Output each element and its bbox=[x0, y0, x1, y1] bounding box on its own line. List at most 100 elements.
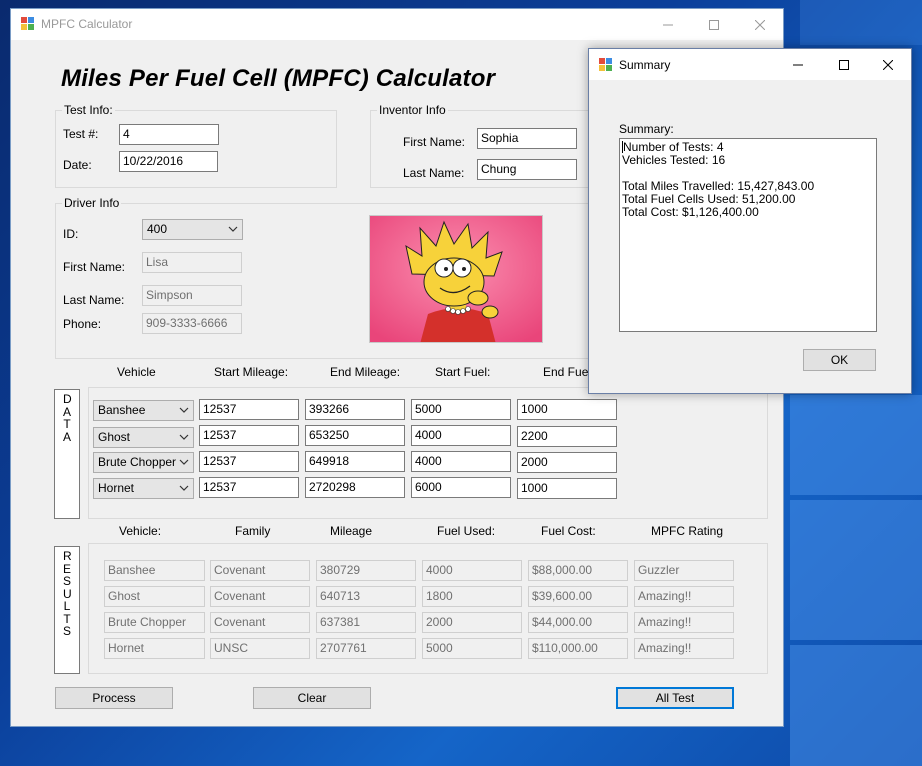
chevron-down-icon bbox=[179, 431, 189, 446]
summary-label: Summary: bbox=[619, 122, 674, 136]
minimize-icon[interactable] bbox=[775, 49, 821, 80]
summary-line-tests: Number of Tests: 4 bbox=[623, 140, 724, 154]
result-family: Covenant bbox=[210, 612, 310, 633]
data-row-end-mileage-input[interactable]: 393266 bbox=[305, 399, 405, 420]
data-header-vehicle: Vehicle bbox=[117, 365, 156, 379]
group-label: Driver Info bbox=[62, 196, 122, 210]
results-header-vehicle: Vehicle: bbox=[119, 524, 162, 538]
all-test-button[interactable]: All Test bbox=[616, 687, 734, 709]
chevron-down-icon bbox=[179, 482, 189, 497]
driver-last-name-field: Simpson bbox=[142, 285, 242, 306]
results-header-mpfc-rating: MPFC Rating bbox=[651, 524, 724, 538]
inventor-first-name-input[interactable]: Sophia bbox=[477, 128, 577, 149]
close-icon[interactable] bbox=[737, 9, 783, 40]
data-row-vehicle-dropdown[interactable]: Hornet bbox=[93, 478, 194, 499]
result-mileage: 637381 bbox=[316, 612, 416, 633]
results-vertical-text: RESULTS bbox=[63, 549, 72, 638]
date-label: Date: bbox=[63, 158, 92, 172]
process-button[interactable]: Process bbox=[55, 687, 173, 709]
data-row-start-mileage-input[interactable]: 12537 bbox=[199, 425, 299, 446]
summary-textbox[interactable]: Number of Tests: 4 Vehicles Tested: 16 T… bbox=[619, 138, 877, 332]
data-row-end-fuel-input[interactable]: 2000 bbox=[517, 452, 617, 473]
result-rating: Amazing!! bbox=[634, 586, 734, 607]
inventor-last-name-input[interactable]: Chung bbox=[477, 159, 577, 180]
summary-dialog: Summary Summary: Number of Tests: 4 Vehi… bbox=[588, 48, 912, 394]
result-fuel-used: 5000 bbox=[422, 638, 522, 659]
result-fuel-used: 4000 bbox=[422, 560, 522, 581]
result-mileage: 2707761 bbox=[316, 638, 416, 659]
result-fuel-cost: $39,600.00 bbox=[528, 586, 628, 607]
result-mileage: 380729 bbox=[316, 560, 416, 581]
date-input[interactable]: 10/22/2016 bbox=[119, 151, 218, 172]
results-header-mileage: Mileage bbox=[330, 524, 373, 538]
desktop-pane bbox=[800, 0, 922, 45]
data-side-label: DATA bbox=[54, 389, 80, 519]
data-header-start-fuel: Start Fuel: bbox=[435, 365, 491, 379]
results-header-fuel-cost: Fuel Cost: bbox=[541, 524, 596, 538]
driver-id-dropdown[interactable]: 400 bbox=[142, 219, 243, 240]
maximize-icon[interactable] bbox=[691, 9, 737, 40]
result-fuel-cost: $88,000.00 bbox=[528, 560, 628, 581]
driver-phone-label: Phone: bbox=[63, 317, 102, 331]
data-row-end-mileage-input[interactable]: 653250 bbox=[305, 425, 405, 446]
result-rating: Amazing!! bbox=[634, 612, 734, 633]
results-header-family: Family bbox=[235, 524, 271, 538]
vehicle-value: Ghost bbox=[98, 430, 131, 444]
result-vehicle: Banshee bbox=[104, 560, 205, 581]
driver-last-name-label: Last Name: bbox=[63, 293, 125, 307]
inventor-first-name-label: First Name: bbox=[403, 135, 466, 149]
data-row-start-fuel-input[interactable]: 6000 bbox=[411, 477, 511, 498]
summary-line: Total Cost: $1,126,400.00 bbox=[622, 205, 759, 219]
main-titlebar[interactable]: MPFC Calculator bbox=[11, 9, 783, 40]
minimize-icon[interactable] bbox=[645, 9, 691, 40]
driver-first-name-label: First Name: bbox=[63, 260, 126, 274]
data-row-start-mileage-input[interactable]: 12537 bbox=[199, 477, 299, 498]
test-num-input[interactable]: 4 bbox=[119, 124, 219, 145]
clear-button[interactable]: Clear bbox=[253, 687, 371, 709]
data-row-vehicle-dropdown[interactable]: Brute Chopper bbox=[93, 452, 194, 473]
group-label: Test Info: bbox=[62, 103, 115, 117]
data-row-start-mileage-input[interactable]: 12537 bbox=[199, 451, 299, 472]
maximize-icon[interactable] bbox=[821, 49, 867, 80]
result-family: UNSC bbox=[210, 638, 310, 659]
data-row-end-mileage-input[interactable]: 649918 bbox=[305, 451, 405, 472]
result-rating: Amazing!! bbox=[634, 638, 734, 659]
app-icon bbox=[599, 58, 613, 72]
chevron-down-icon bbox=[228, 223, 238, 238]
test-num-label: Test #: bbox=[63, 127, 99, 141]
driver-id-value: 400 bbox=[147, 222, 168, 236]
group-label: Inventor Info bbox=[377, 103, 448, 117]
data-row-end-fuel-input[interactable]: 2200 bbox=[517, 426, 617, 447]
vehicle-value: Brute Chopper bbox=[98, 455, 177, 469]
result-vehicle: Hornet bbox=[104, 638, 205, 659]
window-title: MPFC Calculator bbox=[41, 17, 133, 31]
data-row-start-mileage-input[interactable]: 12537 bbox=[199, 399, 299, 420]
driver-id-label: ID: bbox=[63, 227, 79, 241]
summary-titlebar[interactable]: Summary bbox=[589, 49, 911, 80]
close-icon[interactable] bbox=[865, 49, 911, 80]
data-vertical-text: DATA bbox=[63, 392, 72, 444]
result-vehicle: Ghost bbox=[104, 586, 205, 607]
summary-line: Vehicles Tested: 16 bbox=[622, 153, 726, 167]
data-row-start-fuel-input[interactable]: 5000 bbox=[411, 399, 511, 420]
chevron-down-icon bbox=[179, 456, 189, 471]
result-mileage: 640713 bbox=[316, 586, 416, 607]
ok-button[interactable]: OK bbox=[803, 349, 876, 371]
data-row-vehicle-dropdown[interactable]: Ghost bbox=[93, 427, 194, 448]
driver-first-name-field: Lisa bbox=[142, 252, 242, 273]
data-row-end-fuel-input[interactable]: 1000 bbox=[517, 478, 617, 499]
data-row-end-mileage-input[interactable]: 2720298 bbox=[305, 477, 405, 498]
summary-title: Summary bbox=[619, 58, 671, 72]
result-family: Covenant bbox=[210, 560, 310, 581]
vehicle-value: Banshee bbox=[98, 403, 146, 417]
data-row-vehicle-dropdown[interactable]: Banshee bbox=[93, 400, 194, 421]
data-row-end-fuel-input[interactable]: 1000 bbox=[517, 399, 617, 420]
driver-photo bbox=[369, 215, 543, 343]
driver-phone-field: 909-3333-6666 bbox=[142, 313, 242, 334]
data-row-start-fuel-input[interactable]: 4000 bbox=[411, 425, 511, 446]
data-row-start-fuel-input[interactable]: 4000 bbox=[411, 451, 511, 472]
desktop-pane bbox=[790, 500, 922, 640]
app-icon bbox=[21, 17, 35, 31]
result-family: Covenant bbox=[210, 586, 310, 607]
results-header-fuel-used: Fuel Used: bbox=[437, 524, 496, 538]
